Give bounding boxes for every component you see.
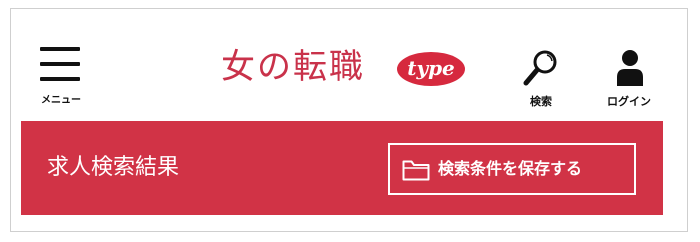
logo-badge: type xyxy=(397,52,465,86)
logo-text: 女の転職 xyxy=(221,47,365,87)
menu-label: メニュー xyxy=(41,95,81,106)
search-results-banner: 求人検索結果 検索条件を保存する xyxy=(21,121,663,215)
user-icon xyxy=(617,50,643,86)
search-button[interactable]: 検索 xyxy=(511,49,571,113)
site-logo[interactable]: 女の転職 type xyxy=(221,43,481,99)
login-button[interactable]: ログイン xyxy=(591,49,667,113)
search-label: 検索 xyxy=(530,95,552,108)
page-title: 求人検索結果 xyxy=(47,155,180,180)
save-search-label: 検索条件を保存する xyxy=(438,159,583,178)
hamburger-icon xyxy=(40,47,80,83)
save-search-button[interactable]: 検索条件を保存する xyxy=(388,143,636,195)
app-frame: メニュー 女の転職 type 検索 ログイン 求人検索結果 検索条件を保存する xyxy=(10,8,688,232)
site-header: メニュー 女の転職 type 検索 ログイン xyxy=(11,9,687,119)
search-icon xyxy=(523,50,557,86)
login-label: ログイン xyxy=(607,95,651,108)
menu-button[interactable]: メニュー xyxy=(31,39,91,109)
folder-icon xyxy=(402,160,430,181)
